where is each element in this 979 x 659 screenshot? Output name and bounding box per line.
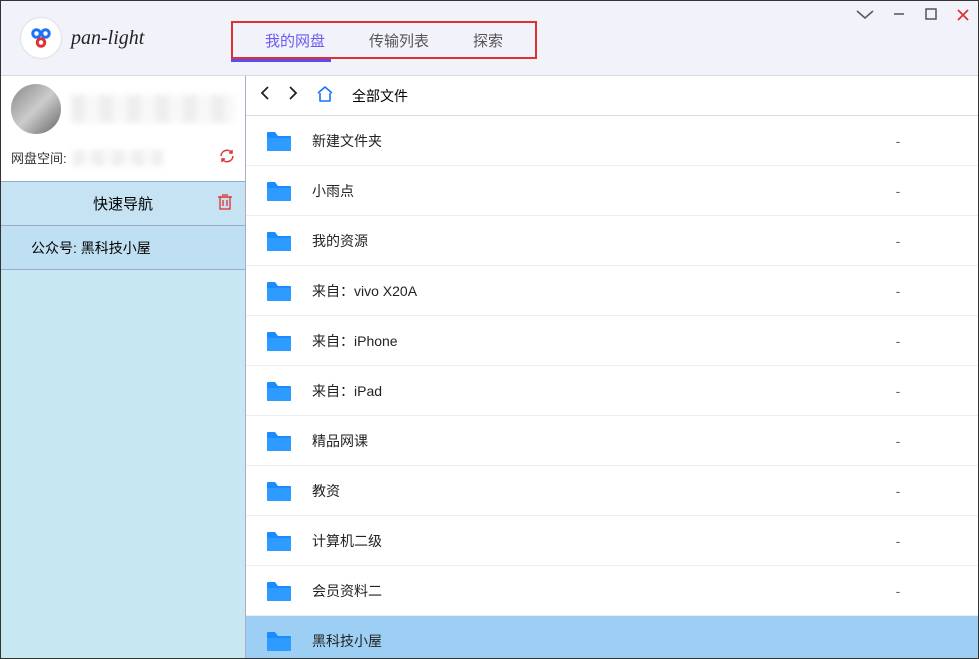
- breadcrumb-current[interactable]: 全部文件: [352, 86, 408, 106]
- file-name: 来自：vivo X20A: [312, 281, 838, 301]
- file-name: 新建文件夹: [312, 131, 838, 151]
- file-list[interactable]: 新建文件夹-小雨点-我的资源-来自：vivo X20A-来自：iPhone-来自…: [246, 116, 978, 658]
- tabs-highlight-box: 我的网盘 传输列表 探索: [231, 21, 537, 59]
- file-row[interactable]: 黑科技小屋: [246, 616, 978, 658]
- avatar[interactable]: [11, 84, 61, 134]
- profile-panel: 网盘空间:: [1, 76, 245, 182]
- app-title: pan-light: [71, 27, 144, 50]
- file-meta: -: [838, 533, 958, 549]
- content: 全部文件 新建文件夹-小雨点-我的资源-来自：vivo X20A-来自：iPho…: [246, 76, 978, 658]
- refresh-icon[interactable]: [219, 148, 235, 167]
- sidebar-item-subscribe[interactable]: 公众号: 黑科技小屋: [1, 226, 245, 270]
- quick-nav-label: 快速导航: [93, 193, 153, 214]
- file-meta: -: [838, 583, 958, 599]
- sidebar-item-quick-nav[interactable]: 快速导航: [1, 182, 245, 226]
- disk-space-row: 网盘空间:: [11, 148, 235, 167]
- disk-space-value-redacted: [73, 150, 163, 166]
- file-row[interactable]: 来自：iPhone-: [246, 316, 978, 366]
- file-meta: -: [838, 383, 958, 399]
- chevron-down-icon[interactable]: [856, 8, 874, 24]
- file-name: 会员资料二: [312, 581, 838, 601]
- tab-underline: [231, 59, 331, 62]
- file-name: 来自：iPad: [312, 381, 838, 401]
- file-meta: -: [838, 333, 958, 349]
- trash-icon[interactable]: [217, 193, 233, 215]
- titlebar: pan-light 我的网盘 传输列表 探索: [1, 1, 978, 76]
- file-name: 教资: [312, 481, 838, 501]
- username-redacted: [71, 95, 235, 123]
- file-row[interactable]: 教资-: [246, 466, 978, 516]
- logo-wrap: pan-light: [1, 18, 144, 58]
- app-logo-icon: [21, 18, 61, 58]
- nav-forward-icon[interactable]: [288, 86, 298, 105]
- file-row[interactable]: 会员资料二-: [246, 566, 978, 616]
- file-name: 我的资源: [312, 231, 838, 251]
- maximize-icon[interactable]: [924, 7, 938, 25]
- file-row[interactable]: 计算机二级-: [246, 516, 978, 566]
- profile-row: [11, 84, 235, 134]
- close-icon[interactable]: [956, 7, 970, 25]
- file-meta: -: [838, 433, 958, 449]
- file-name: 黑科技小屋: [312, 631, 838, 651]
- file-meta: -: [838, 133, 958, 149]
- disk-space-label: 网盘空间:: [11, 148, 67, 167]
- file-row[interactable]: 小雨点-: [246, 166, 978, 216]
- tab-transfer-list[interactable]: 传输列表: [347, 23, 451, 57]
- file-row[interactable]: 我的资源-: [246, 216, 978, 266]
- subscribe-label: 公众号: 黑科技小屋: [31, 238, 151, 258]
- file-name: 计算机二级: [312, 531, 838, 551]
- file-row[interactable]: 新建文件夹-: [246, 116, 978, 166]
- file-name: 小雨点: [312, 181, 838, 201]
- file-row[interactable]: 精品网课-: [246, 416, 978, 466]
- file-meta: -: [838, 483, 958, 499]
- nav-back-icon[interactable]: [260, 86, 270, 105]
- file-row[interactable]: 来自：iPad-: [246, 366, 978, 416]
- file-meta: -: [838, 283, 958, 299]
- home-icon[interactable]: [316, 86, 334, 105]
- tab-my-disk[interactable]: 我的网盘: [243, 23, 347, 57]
- breadcrumb: 全部文件: [246, 76, 978, 116]
- file-name: 来自：iPhone: [312, 331, 838, 351]
- file-meta: -: [838, 183, 958, 199]
- main-area: 网盘空间: 快速导航 公众号: 黑科技小屋: [1, 76, 978, 658]
- file-meta: -: [838, 233, 958, 249]
- tab-explore[interactable]: 探索: [451, 23, 525, 57]
- file-row[interactable]: 来自：vivo X20A-: [246, 266, 978, 316]
- sidebar: 网盘空间: 快速导航 公众号: 黑科技小屋: [1, 76, 246, 658]
- window-controls: [856, 7, 970, 25]
- file-name: 精品网课: [312, 431, 838, 451]
- minimize-icon[interactable]: [892, 7, 906, 25]
